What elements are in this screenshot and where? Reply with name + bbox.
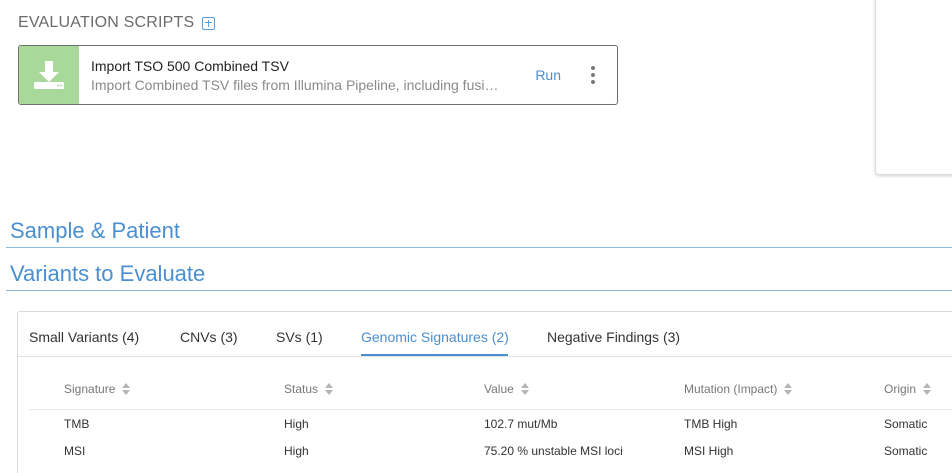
tab-genomic-signatures[interactable]: Genomic Signatures (2) [361,329,509,345]
run-button[interactable]: Run [535,67,561,83]
section-sample-patient[interactable]: Sample & Patient [10,218,180,244]
column-header-origin[interactable]: Origin [884,382,932,396]
script-name: Import TSO 500 Combined TSV [91,57,289,74]
section-variants-to-evaluate[interactable]: Variants to Evaluate [10,261,205,287]
sort-icon[interactable] [923,383,932,395]
signatures-table: Signature Status Value Mutation (Impact)… [29,369,952,464]
tab-negative-findings[interactable]: Negative Findings (3) [547,329,680,345]
kebab-icon[interactable] [583,63,603,87]
table-header-row: Signature Status Value Mutation (Impact)… [29,369,952,410]
column-header-value[interactable]: Value [484,382,529,396]
script-description: Import Combined TSV files from Illumina … [91,76,499,93]
column-header-mutation-impact[interactable]: Mutation (Impact) [684,382,793,396]
variant-tabs: Small Variants (4) CNVs (3) SVs (1) Geno… [18,312,952,357]
column-header-status[interactable]: Status [284,382,334,396]
variants-panel: Small Variants (4) CNVs (3) SVs (1) Geno… [17,311,952,473]
evaluation-scripts-header: EVALUATION SCRIPTS [18,12,216,34]
script-card: Import TSO 500 Combined TSV Import Combi… [18,45,618,105]
cell-origin: Somatic [884,444,928,458]
script-icon-box [19,46,79,104]
tab-cnvs[interactable]: CNVs (3) [180,329,238,345]
section-divider [6,247,952,248]
active-tab-indicator [361,354,508,356]
table-row[interactable]: TMB High 102.7 mut/Mb TMB High Somatic [29,410,952,437]
cell-mutation: TMB High [684,417,738,431]
cell-origin: Somatic [884,417,928,431]
evaluation-scripts-title: EVALUATION SCRIPTS [18,14,195,31]
cell-signature: TMB [64,417,90,431]
tab-small-variants[interactable]: Small Variants (4) [29,329,139,345]
cell-value: 75.20 % unstable MSI loci [484,444,623,458]
tab-svs[interactable]: SVs (1) [276,329,323,345]
cell-status: High [284,444,309,458]
sort-icon[interactable] [520,383,529,395]
cell-value: 102.7 mut/Mb [484,417,558,431]
download-icon [34,61,64,89]
cell-signature: MSI [64,444,86,458]
script-text: Import TSO 500 Combined TSV Import Combi… [79,58,535,93]
side-panel [875,0,952,175]
cell-status: High [284,417,309,431]
sort-icon[interactable] [122,383,131,395]
table-row[interactable]: MSI High 75.20 % unstable MSI loci MSI H… [29,437,952,464]
sort-icon[interactable] [325,383,334,395]
cell-mutation: MSI High [684,444,734,458]
plus-square-icon[interactable] [202,16,216,30]
column-header-signature[interactable]: Signature [64,382,131,396]
section-divider [6,290,952,291]
sort-icon[interactable] [784,383,793,395]
